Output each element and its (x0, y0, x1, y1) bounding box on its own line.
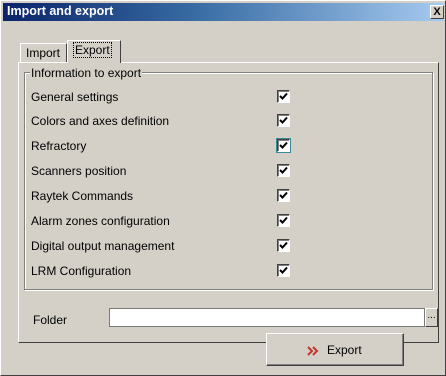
option-row: General settings (31, 88, 311, 106)
export-button[interactable]: Export (266, 333, 404, 366)
checkmark-icon (279, 216, 288, 224)
option-row: LRM Configuration (31, 262, 311, 280)
groupbox-title: Information to export (30, 66, 143, 80)
tab-export[interactable]: Export (67, 40, 121, 63)
option-row: Colors and axes definition (31, 112, 311, 130)
raytek-commands-checkbox[interactable] (277, 189, 290, 202)
checkmark-icon (279, 141, 288, 149)
option-row: Alarm zones configuration (31, 212, 311, 230)
refractory-checkbox[interactable] (276, 138, 291, 153)
window-title: Import and export (7, 4, 114, 18)
checkmark-icon (279, 116, 288, 124)
general-settings-checkbox[interactable] (277, 90, 290, 103)
option-label: Colors and axes definition (31, 114, 170, 128)
option-label: Scanners position (31, 164, 127, 178)
option-row: Refractory (31, 137, 311, 155)
lrm-configuration-checkbox[interactable] (277, 264, 290, 277)
option-label: Digital output management (31, 239, 175, 253)
option-row: Digital output management (31, 237, 311, 255)
scanners-position-checkbox[interactable] (277, 164, 290, 177)
tab-export-label: Export (73, 42, 112, 58)
checkmark-icon (279, 166, 288, 174)
browse-folder-button[interactable]: ... (425, 308, 438, 327)
option-label: Refractory (31, 139, 87, 153)
colors-axes-checkbox[interactable] (277, 114, 290, 127)
option-label: LRM Configuration (31, 264, 132, 278)
title-bar[interactable]: Import and export X (3, 3, 444, 21)
folder-input[interactable] (109, 308, 425, 327)
option-label: Raytek Commands (31, 189, 134, 203)
option-row: Scanners position (31, 162, 311, 180)
option-label: Alarm zones configuration (31, 214, 170, 228)
double-chevron-right-icon (307, 345, 319, 359)
tab-import[interactable]: Import (20, 43, 67, 62)
close-button[interactable]: X (430, 5, 444, 19)
checkmark-icon (279, 92, 288, 100)
checkmark-icon (279, 191, 288, 199)
option-row: Raytek Commands (31, 187, 311, 205)
digital-output-checkbox[interactable] (277, 239, 290, 252)
checkmark-icon (279, 266, 288, 274)
export-button-label: Export (327, 343, 362, 357)
folder-label: Folder (33, 313, 68, 327)
option-label: General settings (31, 90, 119, 104)
alarm-zones-checkbox[interactable] (277, 214, 290, 227)
checkmark-icon (279, 241, 288, 249)
tab-import-label: Import (26, 46, 61, 60)
